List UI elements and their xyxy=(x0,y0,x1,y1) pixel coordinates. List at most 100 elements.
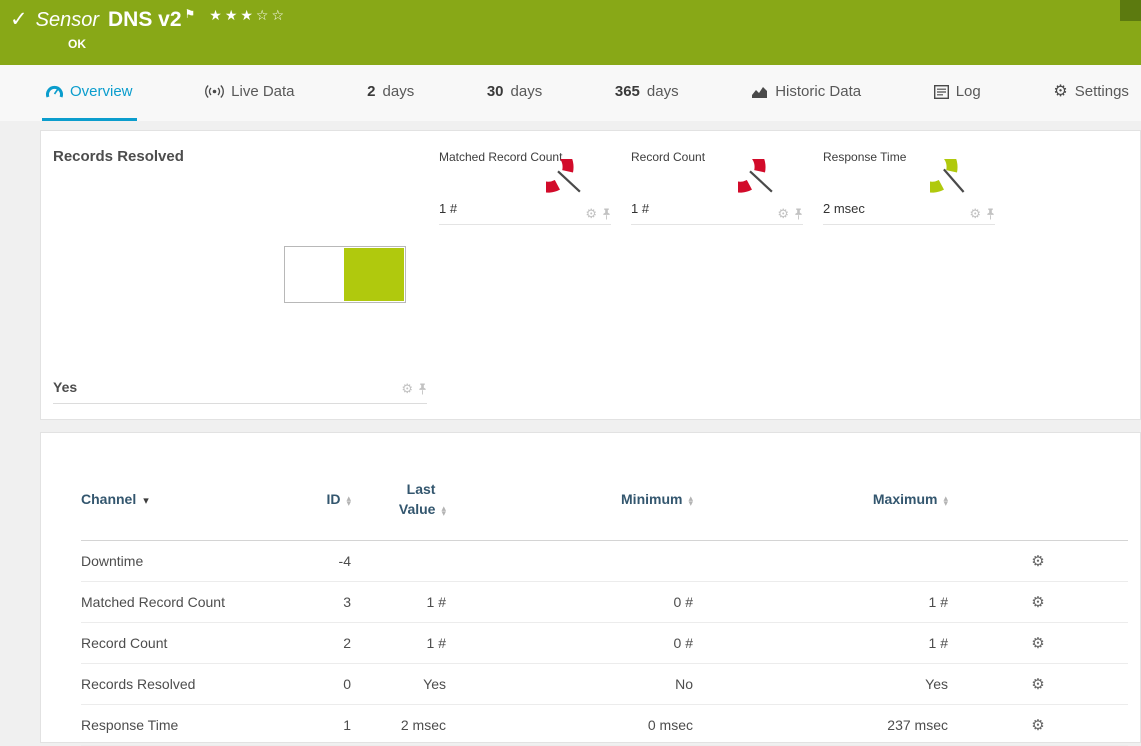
channel-minimum: No xyxy=(446,663,693,704)
channel-maximum: 1 # xyxy=(693,581,948,622)
corner-marker xyxy=(1120,0,1141,21)
tab-strong-label: 30 xyxy=(487,83,504,100)
gear-icon[interactable]: ⚙ xyxy=(777,207,789,220)
gear-icon[interactable]: ⚙ xyxy=(401,382,413,395)
col-header-minimum[interactable]: Minimum ▴▾ xyxy=(446,463,693,540)
tab-label: days xyxy=(647,83,679,100)
pin-icon[interactable] xyxy=(602,208,611,220)
channel-name[interactable]: Matched Record Count xyxy=(81,581,291,622)
channel-last-value: 1 # xyxy=(351,581,446,622)
channel-row: Records Resolved 0 Yes No Yes ⚙ xyxy=(81,663,1128,704)
priority-stars[interactable]: ★★★☆☆ xyxy=(209,7,287,24)
tab-label: days xyxy=(383,83,415,100)
tab-2-days[interactable]: 2 days xyxy=(363,65,418,121)
tab-label: Overview xyxy=(70,83,133,100)
tab-settings[interactable]: ⚙ Settings xyxy=(1049,65,1133,121)
chart-icon xyxy=(751,85,768,99)
status-check-icon: ✓ xyxy=(10,7,28,32)
channel-last-value: Yes xyxy=(351,663,446,704)
channel-maximum: 237 msec xyxy=(693,704,948,745)
gauge-group: Matched Record Count 1 # ⚙ Record Count … xyxy=(439,150,1015,225)
channel-maximum: 1 # xyxy=(693,622,948,663)
pin-icon[interactable] xyxy=(794,208,803,220)
gear-icon[interactable]: ⚙ xyxy=(969,207,981,220)
sort-icon[interactable]: ▴▾ xyxy=(688,496,693,506)
col-header-id[interactable]: ID ▴▾ xyxy=(291,463,351,540)
channel-name[interactable]: Downtime xyxy=(81,540,291,581)
channel-minimum: 0 msec xyxy=(446,704,693,745)
gauge-icon xyxy=(46,84,63,99)
channel-id: 3 xyxy=(291,581,351,622)
channel-name[interactable]: Records Resolved xyxy=(81,663,291,704)
gear-icon: ⚙ xyxy=(1053,84,1067,100)
tab-historic-data[interactable]: Historic Data xyxy=(747,65,865,121)
table-header-row: Channel▾ ID ▴▾ Last Value ▴▾ Minimum ▴▾ Max… xyxy=(81,463,1128,540)
col-label-maximum: Maximum xyxy=(873,491,938,507)
channels-table: Channel▾ ID ▴▾ Last Value ▴▾ Minimum ▴▾ Max… xyxy=(81,463,1128,746)
channels-panel: Channel▾ ID ▴▾ Last Value ▴▾ Minimum ▴▾ Max… xyxy=(40,432,1141,743)
pin-icon[interactable] xyxy=(986,208,995,220)
sort-icon[interactable]: ▴▾ xyxy=(441,506,446,516)
flag-icon: ⚑ xyxy=(185,7,196,21)
gear-icon[interactable]: ⚙ xyxy=(585,207,597,220)
primary-channel-value: Yes xyxy=(53,379,77,395)
gauge-card-actions: ⚙ xyxy=(969,207,995,220)
sensor-header: ✓ Sensor DNS v2 ⚑ ★★★☆☆ OK xyxy=(0,0,1141,65)
gauge-card-actions: ⚙ xyxy=(585,207,611,220)
log-icon xyxy=(934,85,949,99)
channel-id: 0 xyxy=(291,663,351,704)
tab-label: Historic Data xyxy=(775,83,861,100)
channel-minimum: 0 # xyxy=(446,581,693,622)
gear-icon[interactable]: ⚙ xyxy=(1031,635,1044,652)
gear-icon[interactable]: ⚙ xyxy=(1031,717,1044,734)
sort-icon[interactable]: ▴▾ xyxy=(346,496,351,506)
tab-overview[interactable]: Overview xyxy=(42,65,137,121)
channel-last-value xyxy=(351,540,446,581)
tab-live-data[interactable]: Live Data xyxy=(201,65,298,121)
tab-bar: Overview Live Data 2 days 30 days 365 da… xyxy=(0,65,1141,121)
boolean-indicator xyxy=(284,246,406,303)
channel-last-value: 1 # xyxy=(351,622,446,663)
tab-label: Settings xyxy=(1075,83,1129,100)
channel-minimum: 0 # xyxy=(446,622,693,663)
gauge-card: Record Count 1 # ⚙ xyxy=(631,150,803,225)
channel-name[interactable]: Response Time xyxy=(81,704,291,745)
pin-icon[interactable] xyxy=(418,383,427,395)
col-label-minimum: Minimum xyxy=(621,491,682,507)
channel-name[interactable]: Record Count xyxy=(81,622,291,663)
channel-row: Response Time 1 2 msec 0 msec 237 msec ⚙ xyxy=(81,704,1128,745)
gear-icon[interactable]: ⚙ xyxy=(1031,594,1044,611)
col-header-channel[interactable]: Channel▾ xyxy=(81,463,291,540)
overview-panel: Records Resolved Yes ⚙ Matched Record Co… xyxy=(40,130,1141,420)
tab-30-days[interactable]: 30 days xyxy=(483,65,546,121)
channel-row: Downtime -4 ⚙ xyxy=(81,540,1128,581)
channel-id: -4 xyxy=(291,540,351,581)
tab-strong-label: 365 xyxy=(615,83,640,100)
col-header-last-value[interactable]: Last Value ▴▾ xyxy=(351,463,446,540)
gear-icon[interactable]: ⚙ xyxy=(1031,553,1044,570)
col-header-maximum[interactable]: Maximum ▴▾ xyxy=(693,463,948,540)
channel-minimum xyxy=(446,540,693,581)
gauge-value: 1 # xyxy=(631,201,649,216)
channel-maximum xyxy=(693,540,948,581)
channel-row: Matched Record Count 3 1 # 0 # 1 # ⚙ xyxy=(81,581,1128,622)
channel-row: Record Count 2 1 # 0 # 1 # ⚙ xyxy=(81,622,1128,663)
channel-id: 2 xyxy=(291,622,351,663)
gauge-card-actions: ⚙ xyxy=(777,207,803,220)
gauge-value: 1 # xyxy=(439,201,457,216)
tab-log[interactable]: Log xyxy=(930,65,985,121)
gear-icon[interactable]: ⚙ xyxy=(1031,676,1044,693)
col-label-channel: Channel xyxy=(81,491,136,507)
channel-last-value: 2 msec xyxy=(351,704,446,745)
col-label-last-value: Last Value xyxy=(383,479,435,520)
tab-label: Live Data xyxy=(231,83,294,100)
channel-maximum: Yes xyxy=(693,663,948,704)
tab-label: Log xyxy=(956,83,981,100)
sort-icon[interactable]: ▴▾ xyxy=(943,496,948,506)
channel-id: 1 xyxy=(291,704,351,745)
gauge-value: 2 msec xyxy=(823,201,865,216)
tab-365-days[interactable]: 365 days xyxy=(611,65,683,121)
tab-label: days xyxy=(511,83,543,100)
col-label-id: ID xyxy=(326,491,340,507)
sensor-status-badge: OK xyxy=(68,37,1141,51)
